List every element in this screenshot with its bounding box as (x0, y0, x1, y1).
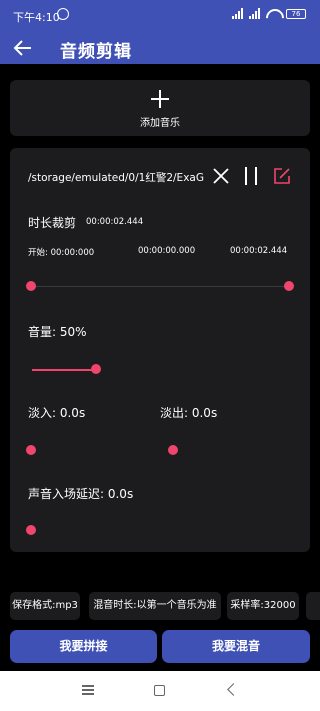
status-time: 下午4:10 (13, 11, 60, 24)
wifi-icon (266, 9, 280, 19)
home-icon[interactable] (154, 685, 165, 696)
more-chip[interactable] (306, 592, 320, 620)
status-icons: 76 (232, 8, 306, 19)
volume-label: 音量: 50% (28, 325, 87, 339)
app-bar: 音频剪辑 (0, 32, 320, 64)
sample-rate-chip[interactable]: 采样率:32000 (227, 592, 299, 620)
nav-back-icon[interactable] (227, 683, 240, 696)
trim-label: 时长裁剪 (28, 216, 77, 230)
close-icon[interactable] (212, 167, 230, 185)
pause-icon[interactable] (243, 167, 259, 185)
battery-icon: 76 (286, 8, 306, 19)
trim-track (32, 286, 290, 287)
volume-track-fill (32, 369, 96, 371)
file-path: /storage/emulated/0/1红警2/ExaG… (28, 172, 204, 184)
plus-icon (151, 90, 169, 108)
signal-icon-2 (249, 8, 260, 19)
mix-button[interactable]: 我要混音 (162, 630, 310, 663)
options-row: 保存格式:mp3 混音时长:以第一个音乐为准 采样率:32000 (0, 592, 320, 620)
trim-duration: 00:00:02.444 (86, 217, 144, 227)
recents-icon[interactable] (82, 685, 94, 695)
status-bar: 下午4:10 76 (0, 0, 320, 32)
trim-start-handle[interactable] (26, 281, 36, 291)
add-music-button[interactable]: 添加音乐 (10, 80, 310, 136)
fade-in-slider-handle[interactable] (26, 445, 36, 455)
fade-in-label: 淡入: 0.0s (28, 406, 86, 420)
trim-mid-time: 00:00:00.000 (138, 246, 196, 256)
volume-slider-handle[interactable] (91, 364, 101, 374)
trim-start-time: 开始: 00:00:000 (28, 248, 95, 258)
system-nav-bar (0, 671, 320, 711)
format-chip[interactable]: 保存格式:mp3 (10, 592, 80, 620)
back-arrow-icon[interactable] (12, 37, 34, 59)
edit-icon[interactable] (272, 166, 292, 186)
delay-slider-handle[interactable] (26, 525, 36, 535)
concat-button[interactable]: 我要拼接 (10, 630, 157, 663)
trim-end-time: 00:00:02.444 (230, 246, 288, 256)
add-music-label: 添加音乐 (140, 118, 180, 129)
trim-end-handle[interactable] (284, 281, 294, 291)
audio-track-card: /storage/emulated/0/1红警2/ExaG… 时长裁剪 00:0… (10, 148, 310, 552)
fade-out-label: 淡出: 0.0s (160, 406, 218, 420)
alarm-icon (57, 8, 69, 20)
page-title: 音频剪辑 (60, 42, 132, 62)
mix-duration-chip[interactable]: 混音时长:以第一个音乐为准 (89, 592, 221, 620)
fade-out-slider-handle[interactable] (168, 445, 178, 455)
delay-label: 声音入场延迟: 0.0s (28, 487, 134, 501)
signal-icon (232, 8, 243, 19)
